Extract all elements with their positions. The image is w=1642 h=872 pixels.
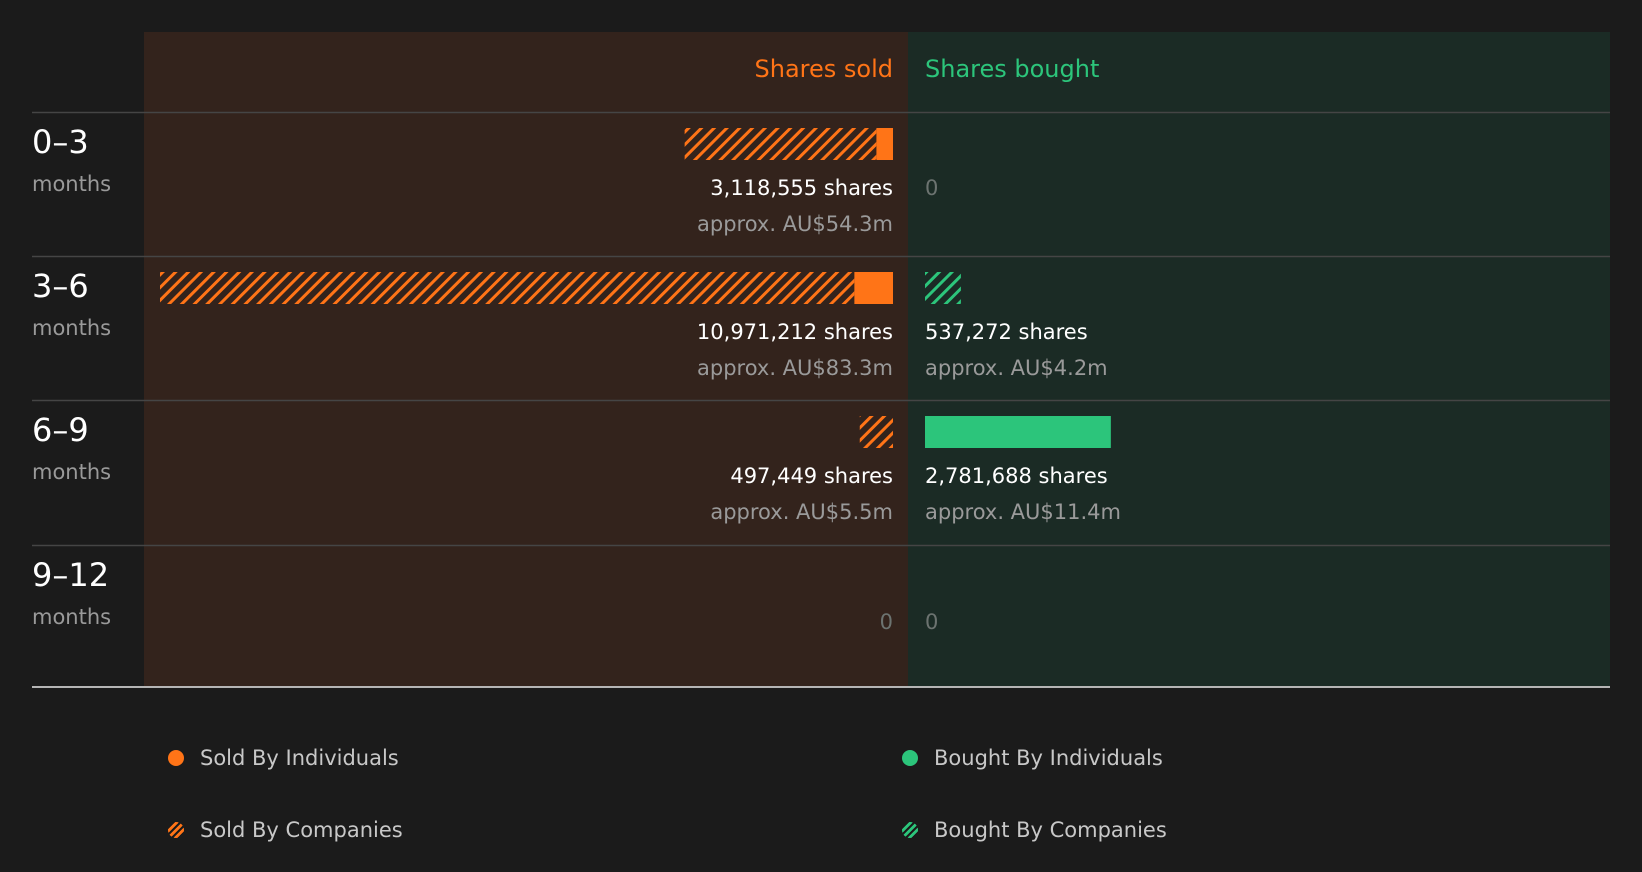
bought-individuals-bar — [925, 416, 1111, 448]
solid-dot-icon — [168, 750, 184, 766]
hatched-dot-icon — [902, 822, 918, 838]
sold-companies-bar — [684, 128, 877, 160]
sold-individuals-bar — [854, 272, 893, 304]
legend-label: Bought By Individuals — [934, 746, 1163, 770]
legend-label: Sold By Companies — [200, 818, 403, 842]
legend-item-sold-companies: Sold By Companies — [168, 818, 403, 842]
legend-item-bought-companies: Bought By Companies — [902, 818, 1167, 842]
bought-shares-label: 2,781,688 shares — [925, 464, 1108, 488]
row-period-label: 9–12 — [32, 556, 110, 594]
row-period-label: 3–6 — [32, 267, 89, 305]
row-period-label: 0–3 — [32, 123, 89, 161]
row-period-label: 6–9 — [32, 411, 89, 449]
bought-shares-label: 0 — [925, 610, 939, 634]
sold-shares-label: 10,971,212 shares — [696, 320, 893, 344]
sold-companies-bar — [160, 272, 855, 304]
sold-shares-label: 3,118,555 shares — [710, 176, 893, 200]
bought-companies-bar — [925, 272, 961, 304]
sold-value-label: approx. AU$5.5m — [710, 500, 893, 524]
row-months-label: months — [32, 316, 112, 340]
sold-shares-label: 0 — [879, 610, 893, 634]
hatched-dot-icon — [168, 822, 184, 838]
header-shares-bought: Shares bought — [925, 55, 1100, 83]
sold-shares-label: 497,449 shares — [730, 464, 893, 488]
row-months-label: months — [32, 172, 112, 196]
sold-value-label: approx. AU$83.3m — [697, 356, 893, 380]
legend-label: Sold By Individuals — [200, 746, 399, 770]
legend-item-sold-individuals: Sold By Individuals — [168, 746, 399, 770]
legend-item-bought-individuals: Bought By Individuals — [902, 746, 1163, 770]
sold-companies-bar — [859, 416, 893, 448]
chart-canvas — [32, 32, 1610, 688]
row-months-label: months — [32, 460, 112, 484]
header-shares-sold: Shares sold — [754, 55, 893, 83]
solid-dot-icon — [902, 750, 918, 766]
insider-trading-chart: Shares sold Shares bought 0–3 months 3,1… — [0, 0, 1642, 872]
row-months-label: months — [32, 605, 112, 629]
bought-shares-label: 537,272 shares — [925, 320, 1088, 344]
bought-value-label: approx. AU$4.2m — [925, 356, 1108, 380]
sold-individuals-bar — [876, 128, 893, 160]
bought-value-label: approx. AU$11.4m — [925, 500, 1121, 524]
bought-shares-label: 0 — [925, 176, 939, 200]
sold-value-label: approx. AU$54.3m — [697, 212, 893, 236]
legend-label: Bought By Companies — [934, 818, 1167, 842]
